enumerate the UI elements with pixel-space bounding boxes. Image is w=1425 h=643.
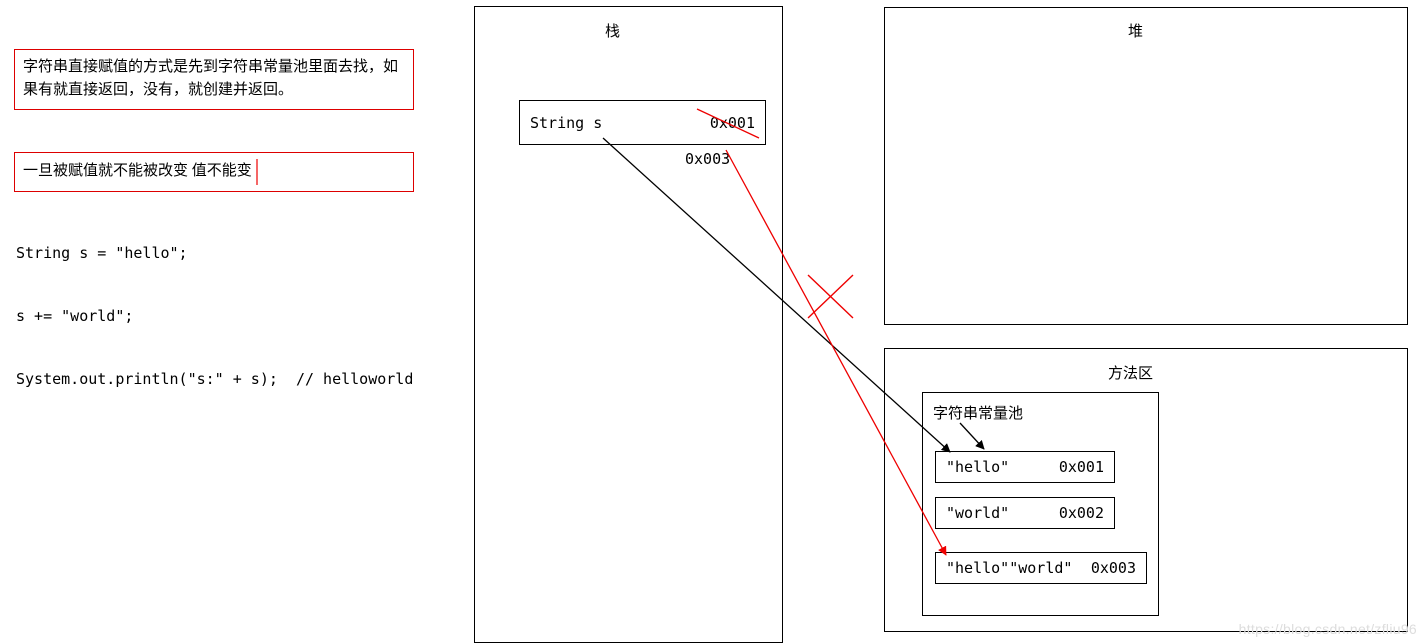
stack-var-name: String s	[530, 114, 602, 132]
diagram-canvas: 字符串直接赋值的方式是先到字符串常量池里面去找，如果有就直接返回，没有，就创建并…	[0, 0, 1425, 643]
cross-mark-a	[808, 275, 853, 318]
stack-frame-s: String s 0x001	[519, 100, 766, 145]
pool-addr: 0x002	[1059, 504, 1104, 522]
pool-value: "hello"	[946, 458, 1009, 476]
heap-region	[884, 7, 1408, 325]
method-area-title: 方法区	[1108, 362, 1153, 383]
cross-mark-b	[808, 275, 853, 318]
note-text: 一旦被赋值就不能被改变 值不能变	[23, 160, 252, 183]
pool-value: "world"	[946, 504, 1009, 522]
pool-addr: 0x001	[1059, 458, 1104, 476]
code-snippet: String s = "hello"; s += "world"; System…	[16, 238, 413, 396]
pool-addr: 0x003	[1091, 559, 1136, 577]
note-string-pool-lookup: 字符串直接赋值的方式是先到字符串常量池里面去找，如果有就直接返回，没有，就创建并…	[14, 49, 414, 110]
heap-title: 堆	[1128, 20, 1143, 41]
pool-value: "hello""world"	[946, 559, 1072, 577]
string-pool-label: 字符串常量池	[933, 402, 1023, 423]
pool-row-hello: "hello" 0x001	[935, 451, 1115, 483]
note-text: 字符串直接赋值的方式是先到字符串常量池里面去找，如果有就直接返回，没有，就创建并…	[23, 59, 398, 98]
pool-row-world: "world" 0x002	[935, 497, 1115, 529]
stack-addr-new: 0x003	[685, 150, 730, 168]
watermark: https://blog.csdn.net/zfliu96	[1239, 621, 1417, 637]
note-immutable: 一旦被赋值就不能被改变 值不能变	[14, 152, 414, 192]
pool-row-helloworld: "hello""world" 0x003	[935, 552, 1147, 584]
stack-title: 栈	[605, 20, 620, 41]
stack-addr-old: 0x001	[710, 114, 755, 132]
